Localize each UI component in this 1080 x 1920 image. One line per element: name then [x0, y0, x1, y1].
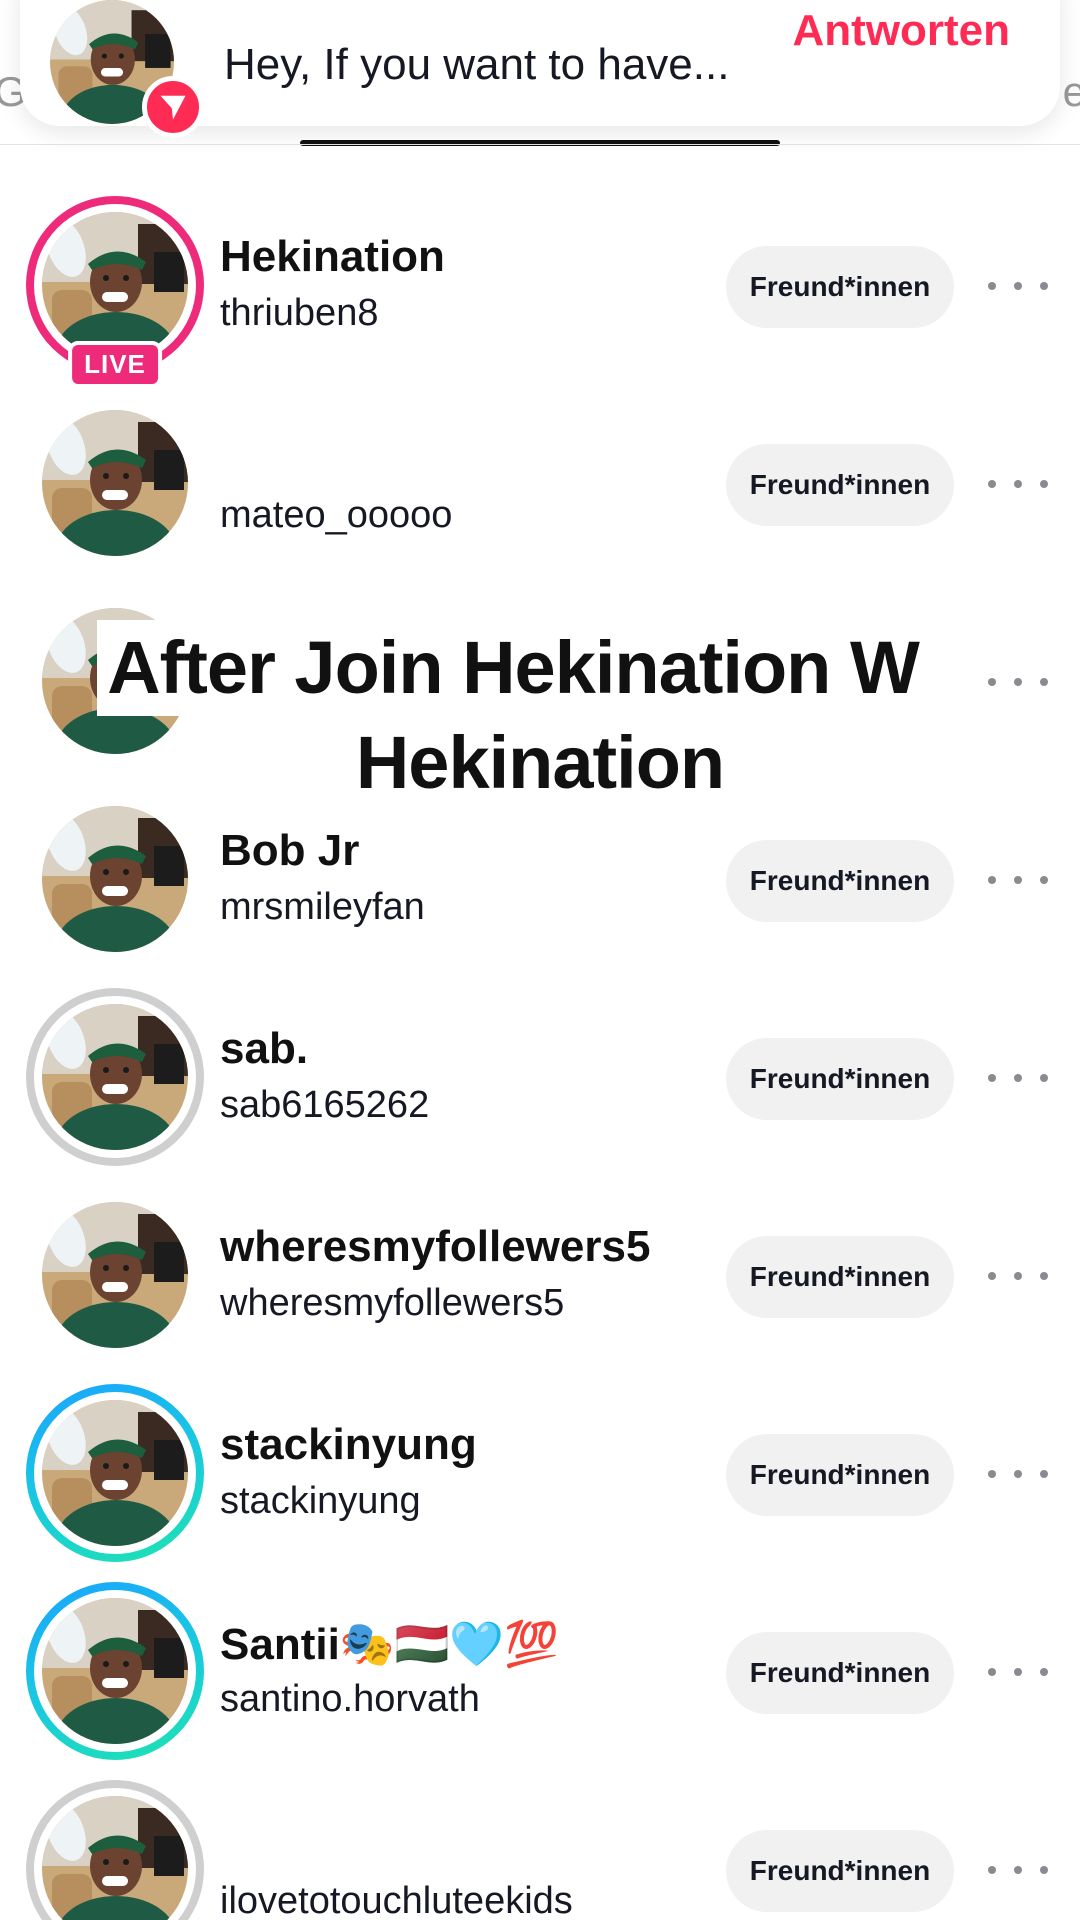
friends-button[interactable]: Freund*innen — [726, 444, 954, 526]
caption-line-1: After Join Hekination W — [97, 620, 929, 716]
display-name: sab. — [220, 1024, 309, 1073]
reply-button[interactable]: Antworten — [792, 6, 1010, 56]
avatar[interactable] — [26, 988, 204, 1166]
more-options-icon[interactable] — [988, 1652, 1048, 1692]
username: mrsmileyfan — [220, 886, 425, 928]
more-options-icon[interactable] — [988, 464, 1048, 504]
display-name: Bob Jr — [220, 826, 360, 875]
friends-button[interactable]: Freund*innen — [726, 1632, 954, 1714]
tab-divider — [0, 144, 1080, 145]
username: sab6165262 — [220, 1084, 430, 1126]
overlay-caption: After Join Hekination W Hekination — [0, 620, 1080, 810]
list-item[interactable]: Santii🎭🇭🇺🩵💯 santino.horvath Freund*innen — [0, 1582, 1080, 1780]
active-tab-indicator — [300, 140, 780, 146]
avatar[interactable] — [26, 1582, 204, 1760]
display-name: Santii🎭🇭🇺🩵💯 — [220, 1620, 559, 1669]
username: mateo_ooooo — [220, 494, 453, 536]
list-item[interactable]: LIVE Hekination thriuben8 Freund*innen — [0, 196, 1080, 394]
username: wheresmyfollewers5 — [220, 1282, 565, 1324]
friends-button[interactable]: Freund*innen — [726, 1038, 954, 1120]
friends-button[interactable]: Freund*innen — [726, 1434, 954, 1516]
friends-button[interactable]: Freund*innen — [726, 840, 954, 922]
username: thriuben8 — [220, 292, 379, 334]
more-options-icon[interactable] — [988, 1850, 1048, 1890]
list-item[interactable]: Bob Jr mrsmileyfan Freund*innen — [0, 790, 1080, 988]
list-item[interactable]: mateo_ooooo Freund*innen — [0, 394, 1080, 592]
username: stackinyung — [220, 1480, 421, 1522]
friends-button[interactable]: Freund*innen — [726, 1830, 954, 1912]
banner-message: Hey, If you want to have... — [224, 40, 730, 89]
more-options-icon[interactable] — [988, 266, 1048, 306]
list-item[interactable]: stackinyung stackinyung Freund*innen — [0, 1384, 1080, 1582]
avatar[interactable] — [26, 790, 204, 968]
more-options-icon[interactable] — [988, 1454, 1048, 1494]
avatar[interactable] — [26, 394, 204, 572]
username: santino.horvath — [220, 1678, 480, 1720]
tab-edge-right[interactable]: e — [1063, 68, 1080, 116]
display-name: wheresmyfollewers5 — [220, 1222, 651, 1271]
direct-message-icon — [142, 76, 204, 138]
list-item[interactable]: ilovetotouchluteekids Freund*innen — [0, 1780, 1080, 1920]
more-options-icon[interactable] — [988, 1256, 1048, 1296]
avatar[interactable] — [26, 1384, 204, 1562]
live-badge: LIVE — [68, 341, 162, 388]
list-item[interactable]: sab. sab6165262 Freund*innen — [0, 988, 1080, 1186]
more-options-icon[interactable] — [988, 860, 1048, 900]
avatar[interactable] — [26, 1186, 204, 1364]
caption-line-2: Hekination — [349, 716, 731, 810]
avatar[interactable] — [26, 1780, 204, 1920]
friends-button[interactable]: Freund*innen — [726, 1236, 954, 1318]
display-name: stackinyung — [220, 1420, 477, 1469]
notification-banner[interactable]: Hey, If you want to have... Antworten — [20, 0, 1060, 138]
more-options-icon[interactable] — [988, 1058, 1048, 1098]
display-name: Hekination — [220, 232, 445, 281]
username: ilovetotouchluteekids — [220, 1880, 573, 1920]
friends-button[interactable]: Freund*innen — [726, 246, 954, 328]
list-item[interactable]: wheresmyfollewers5 wheresmyfollewers5 Fr… — [0, 1186, 1080, 1384]
avatar[interactable]: LIVE — [26, 196, 204, 388]
